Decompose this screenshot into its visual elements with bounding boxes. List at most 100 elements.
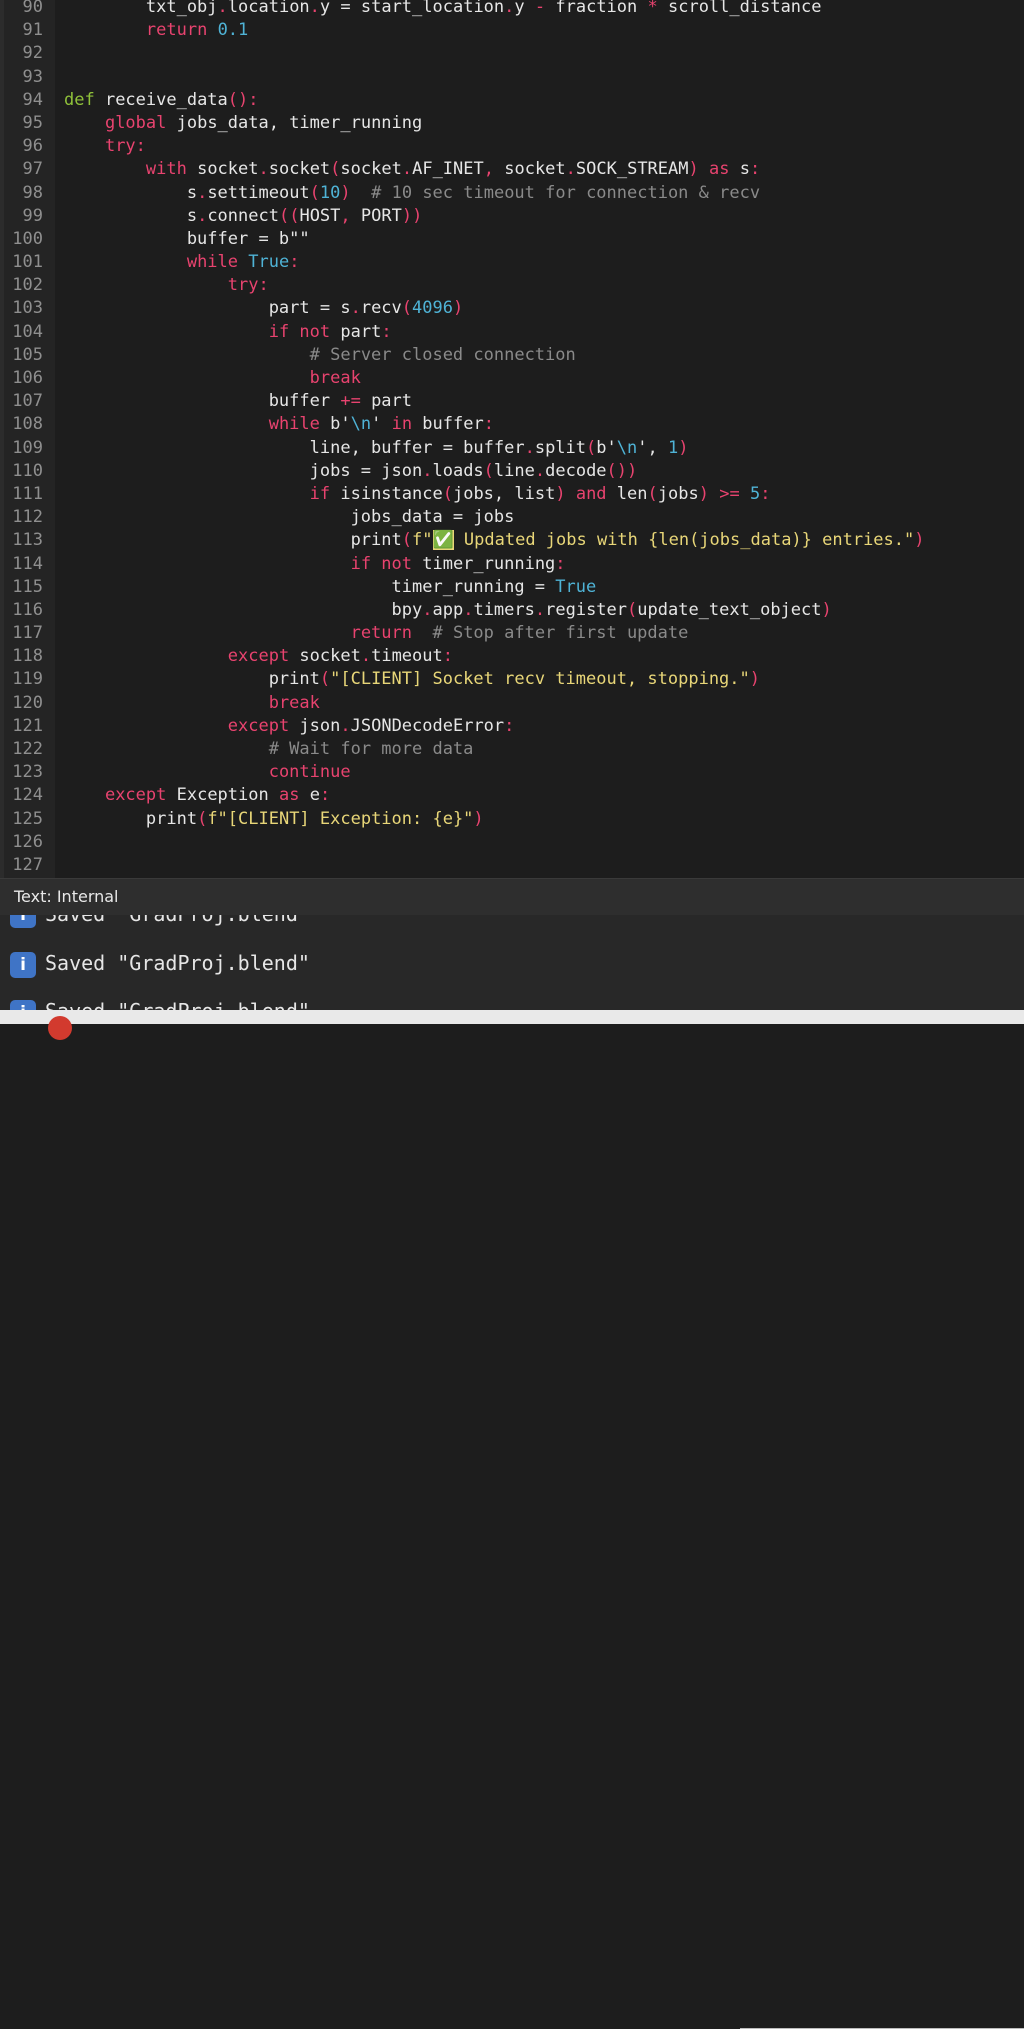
code-token: return (350, 623, 412, 644)
taskbar-strip (0, 1010, 1024, 2029)
code-token: . (463, 599, 474, 620)
info-message[interactable]: i Saved "GradProj.blend" (0, 944, 1024, 988)
code-line[interactable]: 120 break (0, 692, 1024, 715)
code-token: ( (309, 182, 320, 203)
code-token: Updated jobs with {len(jobs_data)} entri… (453, 530, 915, 551)
code-token: if not (350, 553, 412, 574)
code-token: ( (586, 437, 597, 458)
code-line[interactable]: 94 def receive_data(): (0, 89, 1024, 112)
line-number: 94 (22, 89, 43, 110)
code-token: socket (494, 159, 566, 180)
code-token: buffer (64, 391, 341, 412)
code-token: . (524, 437, 535, 458)
code-text: if not part: (64, 321, 392, 344)
code-token: ', (637, 437, 668, 458)
code-line[interactable]: 111 if isinstance(jobs, list) and len(jo… (0, 483, 1024, 506)
code-line[interactable]: 91 return 0.1 (0, 19, 1024, 42)
code-line[interactable]: 108 while b'\n' in buffer: (0, 413, 1024, 436)
code-line[interactable]: 103 part = s.recv(4096) (0, 297, 1024, 320)
code-line[interactable]: 97 with socket.socket(socket.AF_INET, so… (0, 158, 1024, 181)
code-line[interactable]: 126 (0, 831, 1024, 854)
info-log-panel[interactable]: i Saved "GradProj.blend" i Saved "GradPr… (0, 915, 1024, 1024)
code-line[interactable]: 110 jobs = json.loads(line.decode()) (0, 460, 1024, 483)
code-token: as (278, 785, 300, 806)
code-line[interactable]: 95 global jobs_data, timer_running (0, 112, 1024, 135)
code-token: ( (647, 483, 658, 504)
code-token: ) (749, 669, 761, 690)
code-text: jobs = json.loads(line.decode()) (64, 460, 638, 483)
code-line[interactable]: 107 buffer += part (0, 390, 1024, 413)
code-line[interactable]: 127 (0, 854, 1024, 877)
code-line[interactable]: 116 bpy.app.timers.register(update_text_… (0, 599, 1024, 622)
code-text: buffer = b"" (64, 228, 310, 251)
code-token: if not (268, 321, 331, 342)
code-line[interactable]: 92 (0, 42, 1024, 65)
code-token: def (64, 89, 95, 110)
code-line[interactable]: 113 print(f"✅ Updated jobs with {len(job… (0, 529, 1024, 552)
info-message[interactable]: i Saved "GradProj.blend" (0, 915, 1024, 937)
code-text: buffer += part (64, 390, 412, 413)
code-line[interactable]: 125 print(f"[CLIENT] Exception: {e}") (0, 808, 1024, 831)
text-editor[interactable]: 90 txt_obj.location.y = start_location.y… (0, 0, 1024, 878)
code-line[interactable]: 122 # Wait for more data (0, 738, 1024, 761)
code-token: bpy (64, 599, 423, 620)
code-token: ) (698, 483, 709, 504)
code-token: # Wait for more data (268, 739, 474, 759)
line-number: 90 (22, 0, 43, 17)
code-text: if not timer_running: (64, 553, 566, 576)
code-line[interactable]: 101 while True: (0, 251, 1024, 274)
line-number: 91 (22, 20, 43, 41)
code-line[interactable]: 104 if not part: (0, 321, 1024, 344)
code-token: 1 (667, 437, 679, 458)
code-line[interactable]: 114 if not timer_running: (0, 553, 1024, 576)
code-token: True (248, 252, 290, 273)
line-number: 122 (12, 739, 43, 759)
code-line[interactable]: 102 try: (0, 274, 1024, 297)
record-icon[interactable] (48, 1016, 72, 1040)
code-line[interactable]: 96 try: (0, 135, 1024, 158)
code-line[interactable]: 119 print("[CLIENT] Socket recv timeout,… (0, 668, 1024, 691)
code-text: try: (64, 274, 269, 297)
code-line[interactable]: 121 except json.JSONDecodeError: (0, 715, 1024, 738)
code-token: buffer (412, 414, 484, 435)
code-token: timeout (371, 646, 443, 667)
code-token: ) (452, 298, 464, 319)
code-line[interactable]: 112 jobs_data = jobs (0, 506, 1024, 529)
code-line[interactable]: 99 s.connect((HOST, PORT)) (0, 205, 1024, 228)
code-line[interactable]: 98 s.settimeout(10) # 10 sec timeout for… (0, 182, 1024, 205)
code-line[interactable]: 123 continue (0, 761, 1024, 784)
code-token: line, buffer = buffer (64, 437, 525, 458)
code-token: ) (473, 808, 484, 829)
code-line[interactable]: 106 break (0, 367, 1024, 390)
code-line[interactable]: 109 line, buffer = buffer.split(b'\n', 1… (0, 437, 1024, 460)
code-line[interactable]: 105 # Server closed connection (0, 344, 1024, 367)
code-token: jobs_data, timer_running (166, 112, 423, 133)
line-number: 118 (12, 646, 43, 667)
code-line[interactable]: 115 timer_running = True (0, 576, 1024, 599)
code-line[interactable]: 118 except socket.timeout: (0, 645, 1024, 668)
code-token: # 10 sec timeout for connection & recv (371, 182, 761, 203)
code-line[interactable]: 100 buffer = b"" (0, 228, 1024, 251)
code-line[interactable]: 117 return # Stop after first update (0, 622, 1024, 645)
code-line[interactable]: 90 txt_obj.location.y = start_location.y… (0, 0, 1024, 19)
code-token: : (760, 483, 771, 504)
code-line[interactable]: 124 except Exception as e: (0, 784, 1024, 807)
line-number: 114 (12, 553, 43, 574)
line-number: 101 (12, 252, 43, 273)
line-number: 93 (22, 66, 43, 87)
code-area[interactable]: 90 txt_obj.location.y = start_location.y… (0, 0, 1024, 877)
code-token: : (442, 646, 453, 667)
line-number: 126 (12, 831, 43, 852)
code-token: update_text_object (637, 599, 822, 620)
line-number: 127 (12, 854, 43, 875)
line-number: 97 (22, 159, 43, 180)
code-line[interactable]: 93 (0, 66, 1024, 89)
code-token: print (64, 808, 198, 829)
code-token: ) (688, 159, 699, 180)
code-token: - (534, 0, 546, 17)
